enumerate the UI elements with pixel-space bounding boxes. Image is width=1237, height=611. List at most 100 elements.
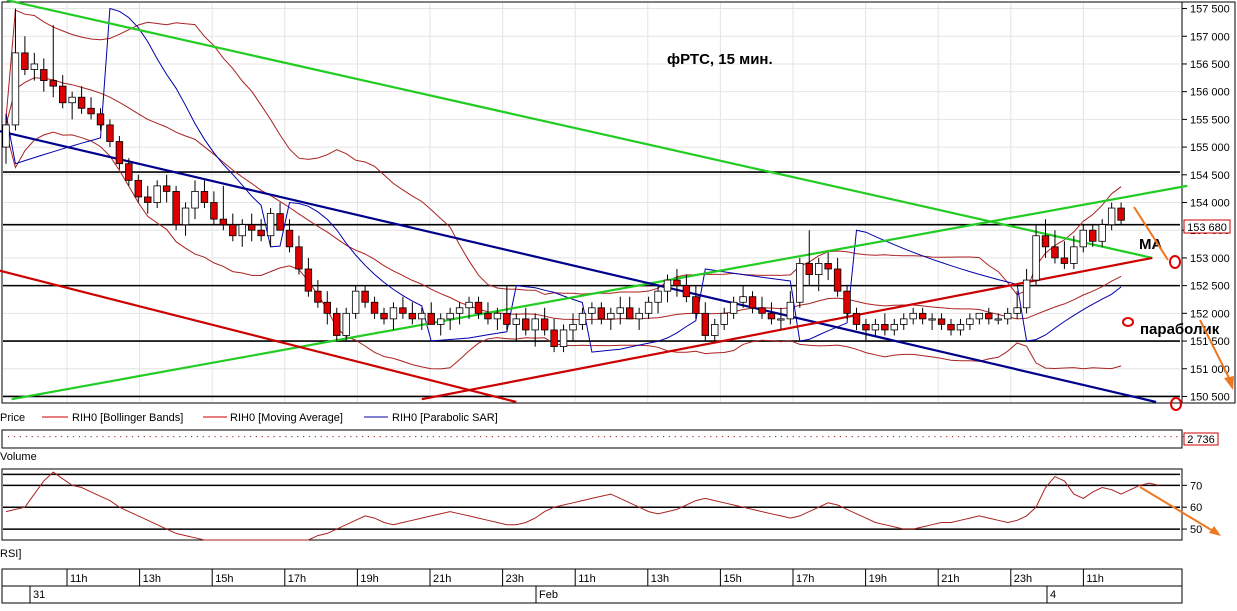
volume-dot (444, 436, 446, 438)
candle-body (720, 312, 728, 325)
volume-dot (922, 436, 924, 438)
date-tick-label: 31 (33, 589, 45, 601)
volume-dot (580, 436, 582, 438)
volume-dot (279, 436, 281, 438)
volume-dot (609, 436, 611, 438)
volume-dot (1064, 436, 1066, 438)
volume-dot (674, 436, 676, 438)
candle (172, 185, 180, 231)
volume-dot (645, 436, 647, 438)
volume-dot (143, 436, 145, 438)
candle-body (748, 296, 757, 309)
legend-price: Price (0, 412, 25, 424)
volume-dot (710, 436, 712, 438)
volume-dot (373, 436, 375, 438)
candle-body (1107, 207, 1116, 226)
candle-body (323, 301, 331, 314)
candle-body (1022, 279, 1031, 309)
volume-dot (491, 436, 493, 438)
volume-dot (1123, 436, 1125, 438)
volume-dot (344, 436, 346, 438)
volume-dot (544, 436, 547, 438)
volume-dot (574, 436, 576, 438)
candle-body (673, 279, 681, 287)
volume-dot (1034, 436, 1036, 438)
candle-body (937, 318, 946, 325)
candle-body (21, 52, 29, 70)
volume-dot (255, 436, 257, 438)
candle-body (333, 312, 341, 336)
candle-body (1060, 257, 1069, 264)
volume-dot (1016, 436, 1019, 438)
volume-dot (556, 436, 558, 438)
volume-dot (497, 436, 499, 438)
price-tick-label: 157 500 (1190, 4, 1230, 16)
volume-dot (987, 436, 989, 438)
volume-label: Volume (0, 451, 37, 463)
volume-dot (763, 436, 765, 438)
candle-body (881, 324, 889, 331)
volume-dot (244, 436, 246, 438)
volume-dot (49, 436, 51, 438)
volume-dot (798, 436, 800, 438)
volume-dot (863, 436, 865, 438)
candle-body (550, 329, 558, 347)
candle-body (739, 296, 747, 303)
volume-dot (1099, 436, 1101, 438)
time-tick-label: 11h (1086, 573, 1104, 585)
volume-dot (751, 436, 753, 438)
candle-body (758, 307, 766, 314)
candle-body (1032, 235, 1040, 281)
volume-dot (598, 436, 600, 438)
volume-dot (137, 436, 139, 438)
time-tick-label: 19h (869, 573, 887, 585)
candle-body (947, 324, 955, 331)
candle-body (512, 318, 520, 325)
volume-dot (326, 436, 328, 438)
chart-title: фРТС, 15 мин. (667, 51, 773, 68)
price-tick-label: 157 000 (1190, 31, 1230, 43)
volume-dot (1081, 436, 1083, 438)
volume-dot (816, 436, 818, 438)
volume-dot (238, 436, 240, 438)
candle-body (824, 263, 832, 270)
volume-dot (533, 436, 535, 438)
volume-dot (432, 436, 434, 438)
candle-body (266, 213, 275, 237)
volume-dot (940, 436, 942, 438)
candle-body (1079, 229, 1087, 248)
candle-body (59, 85, 67, 104)
volume-dot (639, 436, 641, 438)
volume-dot (179, 436, 181, 438)
legend-bollinger: RIH0 [Bollinger Bands] (72, 412, 183, 424)
volume-dot (539, 436, 541, 438)
volume-dot (1117, 436, 1119, 438)
volume-dot (78, 436, 80, 438)
volume-dot (468, 436, 470, 438)
volume-dot (356, 436, 358, 438)
volume-dot (409, 436, 411, 438)
volume-dot (332, 436, 334, 438)
candle-body (578, 312, 587, 325)
candle-body (49, 80, 57, 87)
price-tick-label: 154 000 (1190, 198, 1230, 210)
volume-dot (43, 436, 45, 438)
volume-dot (875, 436, 877, 438)
volume-dot (739, 436, 741, 438)
volume-dot (226, 436, 228, 438)
volume-dot (515, 436, 517, 438)
volume-dot (851, 436, 853, 438)
candle-body (314, 290, 322, 303)
candle-body (711, 324, 719, 336)
candle-body (607, 312, 615, 320)
volume-dot (633, 436, 635, 438)
candle-body (257, 229, 265, 237)
candle-body (871, 324, 880, 331)
volume-dot (1134, 436, 1137, 438)
volume-dot (421, 436, 423, 438)
candle-body (985, 312, 993, 320)
candle-body (918, 312, 927, 320)
volume-dot (102, 436, 104, 438)
price-tick-label: 155 500 (1190, 114, 1230, 126)
volume-dot (84, 436, 86, 438)
